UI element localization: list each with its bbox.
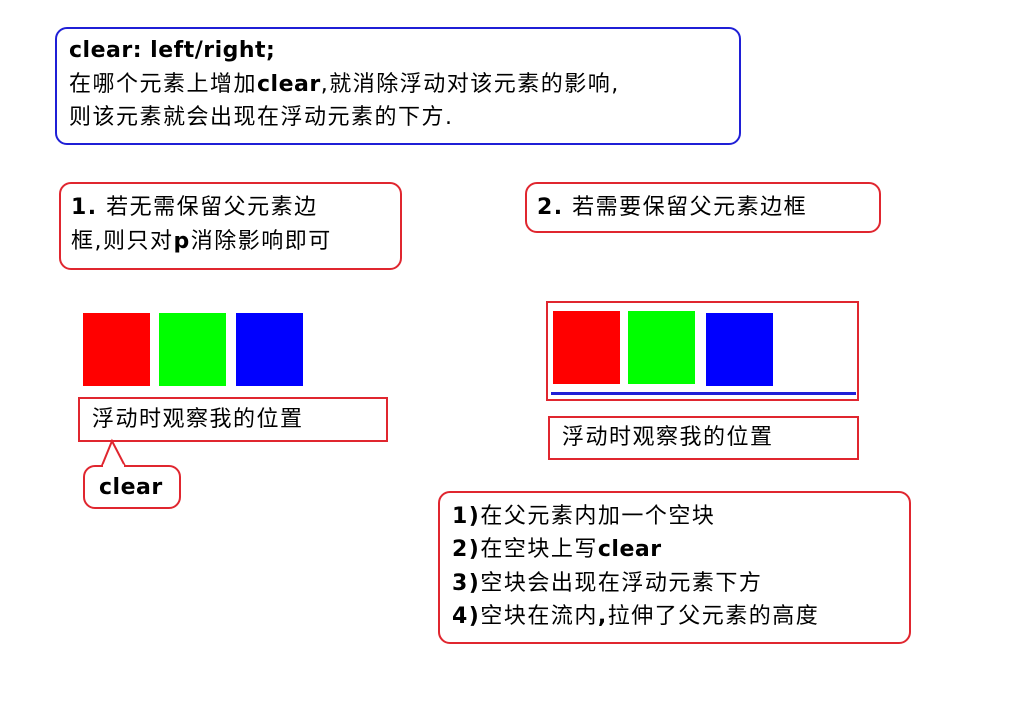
case-2-clear-block-line [551, 392, 856, 395]
step-4-text-pre: 空块在流内 [480, 604, 598, 629]
steps-box: 1)在父元素内加一个空块 2)在空块上写clear 3)空块会出现在浮动元素下方… [438, 491, 911, 644]
step-2-clear-keyword: clear [597, 537, 662, 562]
case-2-line-1-text: 若需要保留父元素边框 [563, 195, 808, 220]
case-2-parent-container [546, 301, 859, 401]
case-2-heading: 2. 若需要保留父元素边框 [525, 182, 881, 233]
case-2-paragraph-box: 浮动时观察我的位置 [548, 416, 859, 460]
step-4: 4)空块在流内,拉伸了父元素的高度 [452, 601, 819, 633]
step-3: 3)空块会出现在浮动元素下方 [452, 568, 762, 600]
case-2-number: 2. [537, 195, 564, 220]
case-2-red-float-block [553, 311, 620, 384]
step-4-text-post: 拉伸了父元素的高度 [607, 604, 820, 629]
step-3-text: 空块会出现在浮动元素下方 [480, 571, 763, 596]
case-2-green-float-block [628, 311, 695, 384]
step-4-comma: , [597, 604, 608, 629]
step-1-number: 1) [452, 504, 481, 529]
step-2-text: 在空块上写 [480, 537, 598, 562]
step-4-number: 4) [452, 604, 481, 629]
step-1: 1)在父元素内加一个空块 [452, 501, 715, 533]
case-2-blue-float-block [706, 313, 773, 386]
case-2-line-1: 2. 若需要保留父元素边框 [537, 192, 807, 224]
step-1-text: 在父元素内加一个空块 [480, 504, 716, 529]
step-2-number: 2) [452, 537, 481, 562]
step-2: 2)在空块上写clear [452, 534, 662, 566]
step-3-number: 3) [452, 571, 481, 596]
case-2-paragraph-text: 浮动时观察我的位置 [562, 425, 774, 450]
